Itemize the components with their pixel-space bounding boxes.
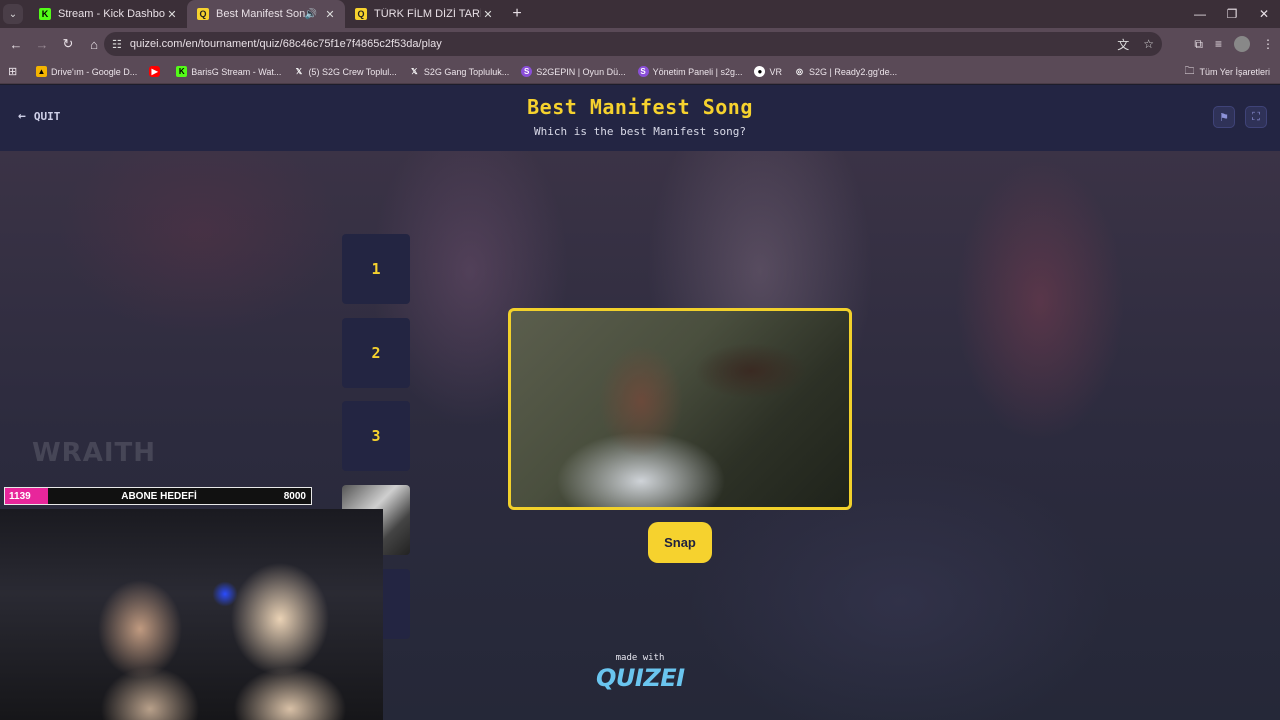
apps-grid-icon[interactable]: ⊞: [8, 65, 22, 78]
page-title: Best Manifest Song: [527, 95, 753, 119]
report-flag-button[interactable]: ⚑: [1213, 106, 1235, 128]
bookmark-drive[interactable]: ▲ Drive'ım - Google D...: [36, 66, 137, 77]
rank-number: 3: [371, 427, 381, 445]
all-bookmarks-label: Tüm Yer İşaretleri: [1199, 67, 1270, 77]
minimize-icon[interactable]: —: [1184, 0, 1216, 28]
bookmark-label: (5) S2G Crew Toplul...: [308, 66, 397, 77]
bookmark-label: BarisG Stream - Wat...: [191, 66, 282, 77]
quiz-header: ← QUIT Best Manifest Song Which is the b…: [0, 85, 1280, 151]
made-with-label: made with: [615, 653, 665, 663]
bookmarks-bar: ⊞ ▲ Drive'ım - Google D... ▶ K BarisG St…: [0, 60, 1280, 84]
browser-tab-strip: ⌄ K Stream - Kick Dashboard ✕ Q Best Man…: [0, 0, 1280, 28]
new-tab-button[interactable]: +: [505, 5, 529, 23]
bookmark-ready2gg[interactable]: ◎ S2G | Ready2.gg'de...: [794, 66, 897, 77]
quizei-icon: Q: [355, 8, 367, 20]
page-subtitle: Which is the best Manifest song?: [534, 125, 746, 138]
rank-slot-1[interactable]: 1: [342, 234, 410, 304]
drive-icon: ▲: [36, 66, 47, 77]
kick-icon: K: [176, 66, 188, 77]
s2g-icon: S: [521, 66, 533, 77]
bookmark-label: S2GEPIN | Oyun Dü...: [536, 66, 626, 77]
folder-icon: 🗀: [1184, 65, 1195, 77]
goal-max: 8000: [283, 490, 306, 502]
media-controls-icon[interactable]: ≡: [1215, 37, 1222, 51]
tab-title: Stream - Kick Dashboard: [58, 8, 165, 20]
back-icon[interactable]: ←: [4, 37, 28, 52]
tab-turk-film[interactable]: Q TÜRK FİLM DİZİ TARİHİNDEKİ E ✕: [345, 0, 503, 28]
bookmark-label: S2G Gang Topluluk...: [423, 66, 510, 77]
profile-avatar[interactable]: [1234, 36, 1250, 52]
bookmark-label: Drive'ım - Google D...: [51, 66, 138, 77]
forward-icon[interactable]: →: [30, 37, 54, 52]
tab-title: Best Manifest Song - Tier Li: [216, 8, 305, 20]
tab-search-button[interactable]: ⌄: [3, 4, 23, 24]
x-icon: 𝕏: [411, 67, 418, 76]
youtube-icon: ▶: [149, 66, 161, 77]
x-icon: 𝕏: [295, 67, 303, 76]
fullscreen-icon: ⛶: [1252, 110, 1260, 123]
snap-button[interactable]: Snap: [648, 522, 712, 563]
bookmark-star-icon[interactable]: ☆: [1143, 37, 1154, 51]
webcam-overlay: [0, 509, 383, 720]
bookmark-youtube[interactable]: ▶: [149, 66, 164, 77]
rank-number: 2: [371, 344, 381, 362]
site-info-icon[interactable]: ☷: [112, 38, 122, 51]
flag-icon: ⚑: [1219, 111, 1229, 124]
goal-current: 1139: [9, 490, 31, 502]
background-watermark: WRAITH: [32, 438, 156, 468]
bookmark-s2gepin[interactable]: S S2GEPIN | Oyun Dü...: [521, 66, 626, 77]
quizei-logo[interactable]: QUIZEI: [596, 664, 685, 692]
tab-kick-dashboard[interactable]: K Stream - Kick Dashboard ✕: [29, 0, 187, 28]
close-tab-icon[interactable]: ✕: [481, 8, 495, 21]
address-bar[interactable]: ☷ quizei.com/en/tournament/quiz/68c46c75…: [104, 32, 1162, 56]
bookmark-s2g-crew[interactable]: 𝕏 (5) S2G Crew Toplul...: [293, 66, 397, 77]
browser-toolbar: ← → ↻ ⌂ ☷ quizei.com/en/tournament/quiz/…: [0, 28, 1280, 60]
home-icon[interactable]: ⌂: [82, 37, 106, 52]
tab-title: TÜRK FİLM DİZİ TARİHİNDEKİ E: [374, 8, 481, 20]
bookmark-label: S2G | Ready2.gg'de...: [808, 66, 898, 77]
speaker-icon[interactable]: 🔊: [305, 9, 317, 20]
bookmark-barisg-stream[interactable]: K BarisG Stream - Wat...: [176, 66, 281, 77]
tab-best-manifest-song[interactable]: Q Best Manifest Song - Tier Li 🔊 ✕: [187, 0, 345, 28]
rank-number: 1: [371, 260, 381, 278]
kick-icon: K: [39, 8, 51, 20]
globe-icon: ◎: [795, 67, 803, 76]
current-song-card: [508, 308, 852, 510]
restore-icon[interactable]: ❐: [1216, 0, 1248, 28]
bookmark-label: VR: [769, 66, 782, 77]
bookmark-vr[interactable]: ● VR: [754, 66, 782, 77]
close-tab-icon[interactable]: ✕: [323, 8, 337, 21]
rank-slot-2[interactable]: 2: [342, 318, 410, 388]
vr-icon: ●: [754, 66, 766, 77]
browser-menu-icon[interactable]: ⋮: [1262, 37, 1274, 51]
extensions-icon[interactable]: ⧉: [1194, 37, 1203, 52]
bookmark-label: Yönetim Paneli | s2g...: [652, 66, 743, 77]
close-tab-icon[interactable]: ✕: [165, 8, 179, 21]
rank-slot-3[interactable]: 3: [342, 401, 410, 471]
reload-icon[interactable]: ↻: [56, 36, 80, 52]
quizei-icon: Q: [197, 8, 209, 20]
fullscreen-button[interactable]: ⛶: [1245, 106, 1267, 128]
close-window-icon[interactable]: ✕: [1248, 0, 1280, 28]
url-text: quizei.com/en/tournament/quiz/68c46c75f1…: [129, 38, 442, 50]
bookmark-s2g-gang[interactable]: 𝕏 S2G Gang Topluluk...: [409, 66, 509, 77]
all-bookmarks[interactable]: 🗀 Tüm Yer İşaretleri: [1184, 60, 1270, 84]
translate-icon[interactable]: 文: [1117, 36, 1129, 53]
goal-label: ABONE HEDEFİ: [121, 490, 197, 502]
bookmark-yonetim[interactable]: S Yönetim Paneli | s2g...: [637, 66, 743, 77]
s2g-icon: S: [637, 66, 649, 77]
subscriber-goal-bar: 1139 ABONE HEDEFİ 8000: [4, 487, 312, 505]
